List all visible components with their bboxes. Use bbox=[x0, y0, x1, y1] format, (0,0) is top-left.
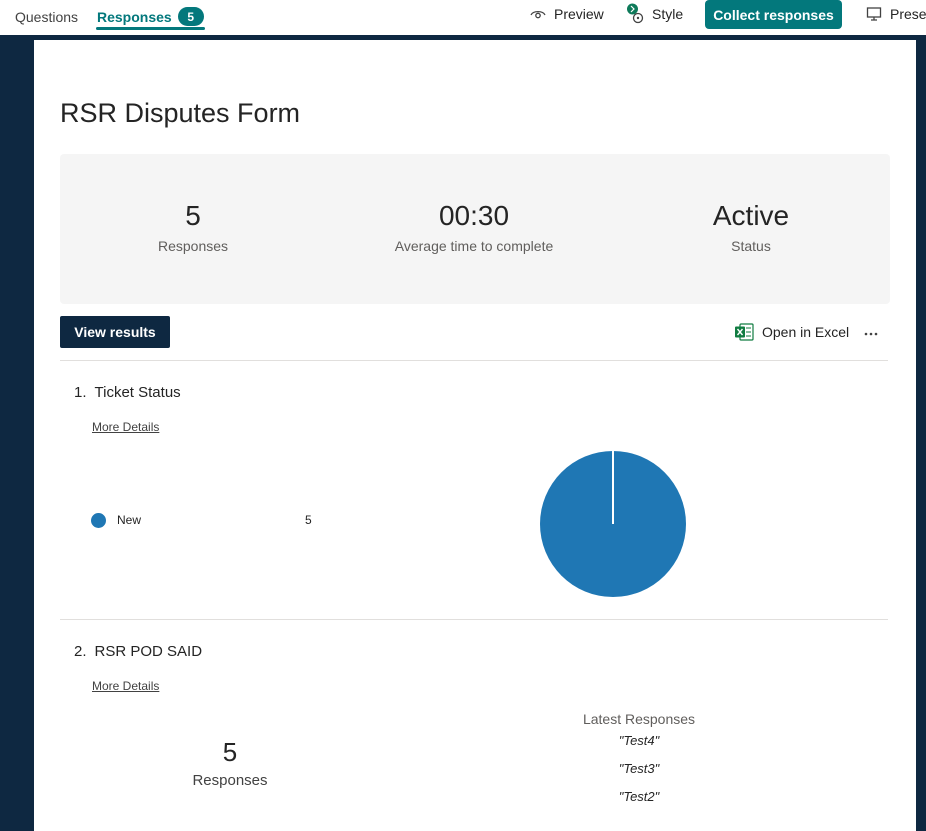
preview-button[interactable]: Preview bbox=[530, 0, 604, 28]
stat-label: Average time to complete bbox=[394, 238, 554, 254]
question-1-title: 1. Ticket Status bbox=[74, 384, 181, 401]
more-options-button[interactable] bbox=[860, 321, 882, 343]
legend-count: 5 bbox=[305, 513, 312, 527]
summary-stats-panel: 5 Responses 00:30 Average time to comple… bbox=[60, 154, 890, 304]
divider bbox=[60, 619, 888, 620]
stat-value: 00:30 bbox=[438, 200, 510, 231]
question-number: 1. bbox=[74, 384, 87, 401]
latest-response-item: "Test3" bbox=[618, 761, 660, 776]
collect-responses-button[interactable]: Collect responses bbox=[705, 0, 842, 29]
question-number: 2. bbox=[74, 643, 87, 660]
view-results-button[interactable]: View results bbox=[60, 316, 170, 348]
stat-label: Status bbox=[731, 238, 771, 254]
legend-label: New bbox=[117, 513, 142, 527]
tab-responses[interactable]: Responses 5 bbox=[96, 0, 205, 33]
legend-item-new: New 5 bbox=[91, 511, 321, 529]
active-tab-indicator bbox=[96, 27, 205, 30]
stat-label: Responses bbox=[157, 238, 229, 254]
palette-icon bbox=[626, 3, 644, 25]
question-text: RSR POD SAID bbox=[94, 643, 203, 660]
legend-color-swatch bbox=[91, 512, 106, 528]
response-count-value: 5 bbox=[222, 737, 238, 767]
page-title: RSR Disputes Form bbox=[60, 98, 301, 128]
tab-questions-label: Questions bbox=[15, 8, 79, 25]
question-2-title: 2. RSR POD SAID bbox=[74, 643, 202, 660]
latest-response-item: "Test2" bbox=[618, 789, 660, 804]
divider bbox=[60, 360, 888, 361]
eye-icon bbox=[530, 8, 546, 20]
command-bar: Questions Responses 5 Preview Style Coll… bbox=[0, 0, 926, 35]
monitor-icon bbox=[866, 6, 882, 22]
stat-value: 5 bbox=[185, 200, 201, 231]
ellipsis-icon bbox=[864, 323, 878, 341]
responses-summary-card: RSR Disputes Form 5 Responses 00:30 Aver… bbox=[34, 40, 916, 831]
tab-questions[interactable]: Questions bbox=[15, 0, 78, 33]
present-label: Presen bbox=[890, 6, 926, 22]
question-2-more-details-link[interactable]: More Details bbox=[92, 679, 159, 693]
style-label: Style bbox=[652, 6, 684, 22]
stat-average-time: 00:30 Average time to complete bbox=[374, 200, 574, 254]
stat-status: Active Status bbox=[676, 200, 826, 254]
question-1-more-details-link[interactable]: More Details bbox=[92, 420, 159, 434]
stat-responses: 5 Responses bbox=[118, 200, 268, 254]
style-button[interactable]: Style bbox=[626, 0, 683, 28]
tab-responses-label: Responses bbox=[97, 8, 172, 25]
response-count-label: Responses bbox=[192, 772, 268, 789]
responses-count-badge: 5 bbox=[177, 7, 204, 26]
open-in-excel-button[interactable]: Open in Excel bbox=[734, 321, 849, 343]
latest-response-item: "Test4" bbox=[618, 733, 660, 748]
open-in-excel-label: Open in Excel bbox=[762, 324, 850, 340]
preview-label: Preview bbox=[554, 6, 604, 22]
question-text: Ticket Status bbox=[94, 384, 181, 401]
latest-responses: Latest Responses "Test4" "Test3" "Test2" bbox=[554, 711, 724, 815]
excel-icon bbox=[734, 322, 754, 342]
question-2-response-count: 5 Responses bbox=[180, 737, 280, 789]
latest-responses-header: Latest Responses bbox=[582, 711, 696, 727]
stat-value: Active bbox=[712, 200, 790, 231]
present-button[interactable]: Presen bbox=[866, 0, 926, 28]
ticket-status-pie-chart bbox=[540, 451, 686, 597]
